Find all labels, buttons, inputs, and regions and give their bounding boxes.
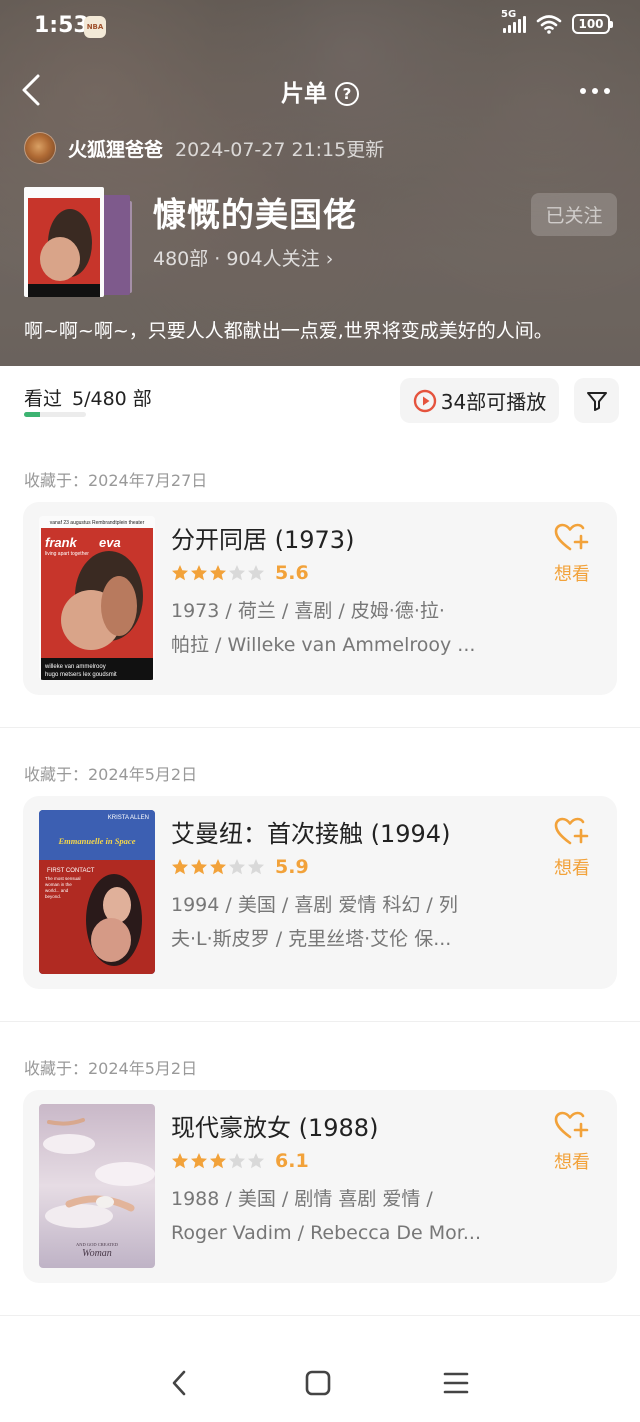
seen-progress-fill xyxy=(24,412,40,417)
seen-count: 看过 5/480 部 xyxy=(24,388,152,410)
star-empty-icon xyxy=(229,859,245,875)
movie-poster[interactable]: KRISTA ALLEN Emmanuelle in Space FIRST C… xyxy=(39,810,155,974)
battery-icon: 100 xyxy=(572,14,613,34)
star-empty-icon xyxy=(229,1153,245,1169)
movie-card[interactable]: KRISTA ALLEN Emmanuelle in Space FIRST C… xyxy=(23,796,617,989)
star-empty-icon xyxy=(248,859,264,875)
update-time: 2024-07-27 21:15更新 xyxy=(175,138,385,161)
system-home-icon[interactable] xyxy=(304,1368,332,1398)
want-to-watch-button[interactable]: 想看 xyxy=(549,522,595,586)
nba-app-icon: NBA xyxy=(84,16,106,38)
cellular-signal-icon: 5G xyxy=(501,9,526,33)
playable-filter-button[interactable]: 34部可播放 xyxy=(400,378,559,423)
follow-button[interactable]: 已关注 xyxy=(531,193,617,236)
movie-score: 6.1 xyxy=(275,1150,309,1172)
movie-title[interactable]: 艾曼纽：首次接触 (1994) xyxy=(171,814,450,849)
movie-score: 5.6 xyxy=(275,562,309,584)
system-back-icon[interactable] xyxy=(166,1368,192,1398)
movie-title[interactable]: 现代豪放女 (1988) xyxy=(171,1108,378,1143)
movie-meta: 1988 / 美国 / 剧情 喜剧 爱情 / Roger Vadim / Reb… xyxy=(171,1188,481,1244)
want-to-watch-button[interactable]: 想看 xyxy=(549,1110,595,1174)
star-filled-icon xyxy=(191,859,207,875)
poster-title-frank: frank xyxy=(45,535,78,550)
star-rating xyxy=(171,564,265,582)
poster-title: Emmanuelle in Space xyxy=(58,836,136,846)
heart-plus-icon xyxy=(554,523,589,551)
movie-rating: 6.1 xyxy=(171,1150,309,1172)
star-empty-icon xyxy=(229,565,245,581)
movie-poster[interactable]: AND GOD CREATED Woman xyxy=(39,1104,155,1268)
movie-rating: 5.9 xyxy=(171,856,309,878)
star-filled-icon xyxy=(191,1153,207,1169)
more-options-icon[interactable] xyxy=(580,88,610,94)
movie-score: 5.9 xyxy=(275,856,309,878)
want-label: 想看 xyxy=(554,1152,590,1173)
poster-credits-1: willeke van ammelrooy xyxy=(44,664,106,670)
filter-button[interactable] xyxy=(574,378,619,423)
system-menu-icon[interactable] xyxy=(442,1368,470,1398)
star-filled-icon xyxy=(210,1153,226,1169)
poster-title: Woman xyxy=(82,1248,112,1259)
page-title: 片单? xyxy=(0,74,640,108)
saved-date: 收藏于：2024年7月27日 xyxy=(24,471,208,490)
star-filled-icon xyxy=(172,1153,188,1169)
star-rating xyxy=(171,858,265,876)
star-filled-icon xyxy=(172,565,188,581)
poster-top-text: KRISTA ALLEN xyxy=(108,815,149,821)
poster-credits-2: hugo metsers lex goudsmit xyxy=(45,672,117,678)
movie-card[interactable]: AND GOD CREATED Woman 现代豪放女 (1988) 6.1 1… xyxy=(23,1090,617,1283)
poster-top-text: vanaf 23 augustus Rembrandtplein theater xyxy=(50,520,145,526)
creator-name[interactable]: 火狐狸爸爸 xyxy=(68,135,163,162)
wifi-icon xyxy=(536,15,562,34)
playlist-title: 慷慨的美国佬 xyxy=(153,195,357,234)
star-filled-icon xyxy=(172,859,188,875)
playlist-cover xyxy=(24,187,134,297)
want-label: 想看 xyxy=(554,858,590,879)
movie-poster[interactable]: vanaf 23 augustus Rembrandtplein theater… xyxy=(39,516,155,680)
playlist-stats[interactable]: 480部 · 904人关注 › xyxy=(153,244,333,271)
star-rating xyxy=(171,1152,265,1170)
seen-progress-bar xyxy=(24,412,86,417)
playlist-description: 啊~啊~啊~，只要人人都献出一点爱,世界将变成美好的人间。 xyxy=(24,320,553,342)
movie-card[interactable]: vanaf 23 augustus Rembrandtplein theater… xyxy=(23,502,617,695)
poster-tagline: living apart together xyxy=(45,551,89,557)
want-to-watch-button[interactable]: 想看 xyxy=(549,816,595,880)
creator-avatar[interactable] xyxy=(24,132,56,164)
want-label: 想看 xyxy=(554,564,590,585)
play-circle-icon xyxy=(413,389,436,412)
creator-row[interactable]: 火狐狸爸爸 2024-07-27 21:15更新 xyxy=(24,131,384,165)
poster-subtitle: FIRST CONTACT xyxy=(47,868,95,874)
star-filled-icon xyxy=(191,565,207,581)
poster-tagline: AND GOD CREATED xyxy=(76,1242,119,1247)
movie-rating: 5.6 xyxy=(171,562,309,584)
status-time: 1:53 xyxy=(34,13,89,38)
star-filled-icon xyxy=(210,859,226,875)
heart-plus-icon xyxy=(554,817,589,845)
status-bar: 1:53 NBA 5G 100 xyxy=(0,0,640,54)
heart-plus-icon xyxy=(554,1111,589,1139)
top-nav: 片单? xyxy=(0,62,640,118)
system-navigation-bar xyxy=(0,1346,640,1422)
movie-title[interactable]: 分开同居 (1973) xyxy=(171,520,354,555)
movie-meta: 1973 / 荷兰 / 喜剧 / 皮姆·德·拉· 帕拉 / Willeke va… xyxy=(171,600,476,656)
movie-meta: 1994 / 美国 / 喜剧 爱情 科幻 / 列 夫·L·斯皮罗 / 克里丝塔·… xyxy=(171,894,458,950)
network-type: 5G xyxy=(501,9,517,20)
list-toolbar: 看过 5/480 部 34部可播放 xyxy=(0,366,640,436)
star-filled-icon xyxy=(210,565,226,581)
poster-blurb: The most sensual woman in the world... a… xyxy=(45,876,81,899)
help-icon[interactable]: ? xyxy=(335,82,359,106)
playlist-header: 1:53 NBA 5G 100 片单? 火狐狸爸爸 2024-07-27 21:… xyxy=(0,0,640,366)
battery-level: 100 xyxy=(578,17,604,31)
poster-title-eva: eva xyxy=(99,535,121,550)
playlist-cover-front xyxy=(24,187,104,297)
star-empty-icon xyxy=(248,565,264,581)
saved-date: 收藏于：2024年5月2日 xyxy=(24,1059,198,1078)
star-empty-icon xyxy=(248,1153,264,1169)
saved-date: 收藏于：2024年5月2日 xyxy=(24,765,198,784)
filter-icon xyxy=(586,391,607,411)
